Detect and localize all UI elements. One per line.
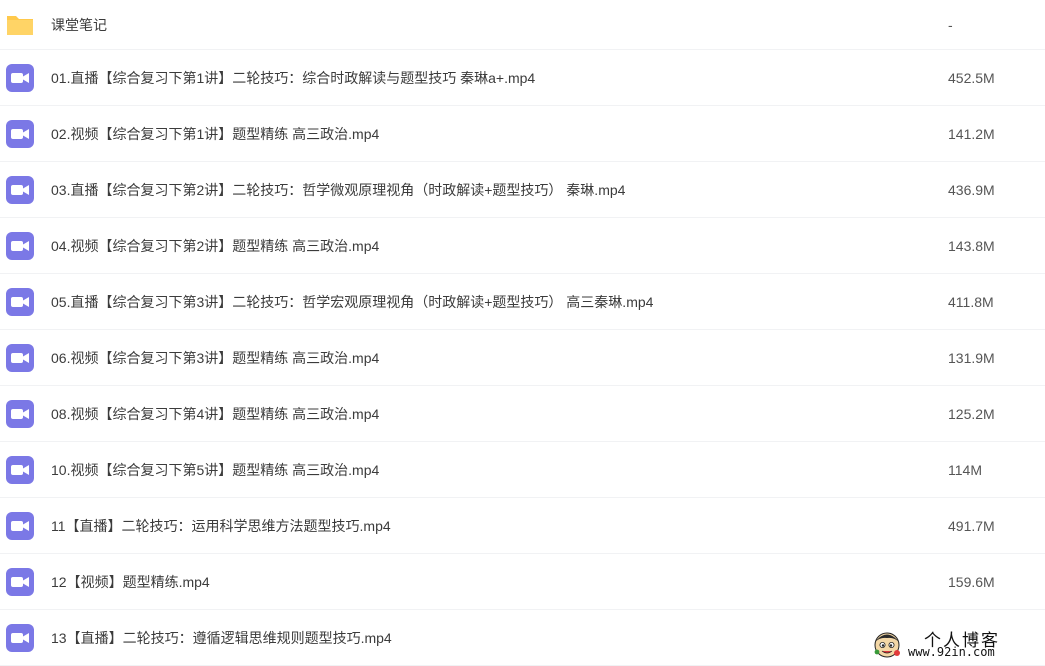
video-icon [6,399,34,428]
file-row[interactable]: 06.视频【综合复习下第3讲】题型精练 高三政治.mp4 131.9M [0,330,1045,386]
file-name: 08.视频【综合复习下第4讲】题型精练 高三政治.mp4 [51,405,380,422]
file-name: 05.直播【综合复习下第3讲】二轮技巧：哲学宏观原理视角（时政解读+题型技巧） … [51,293,654,310]
video-icon [6,287,34,316]
file-size: 114M [948,461,982,478]
file-list: 课堂笔记 - 01.直播【综合复习下第1讲】二轮技巧：综合时政解读与题型技巧 秦… [0,0,1045,666]
file-size: 141.2M [948,125,995,142]
file-size: 131.9M [948,349,995,366]
file-size: 125.2M [948,405,995,422]
file-size: 452.5M [948,69,995,86]
file-name: 06.视频【综合复习下第3讲】题型精练 高三政治.mp4 [51,349,380,366]
video-icon [6,231,34,260]
file-row[interactable]: 10.视频【综合复习下第5讲】题型精练 高三政治.mp4 114M [0,442,1045,498]
file-row[interactable]: 12【视频】题型精练.mp4 159.6M [0,554,1045,610]
file-name: 04.视频【综合复习下第2讲】题型精练 高三政治.mp4 [51,237,380,254]
video-icon [6,455,34,484]
video-icon [6,511,34,540]
file-name: 10.视频【综合复习下第5讲】题型精练 高三政治.mp4 [51,461,380,478]
video-icon [6,175,34,204]
video-icon [6,119,34,148]
file-row[interactable]: 02.视频【综合复习下第1讲】题型精练 高三政治.mp4 141.2M [0,106,1045,162]
file-name: 13【直播】二轮技巧：遵循逻辑思维规则题型技巧.mp4 [51,629,392,646]
file-size: 436.9M [948,181,995,198]
file-row-folder[interactable]: 课堂笔记 - [0,0,1045,50]
file-size: 411.8M [948,293,994,310]
file-row[interactable]: 11【直播】二轮技巧：运用科学思维方法题型技巧.mp4 491.7M [0,498,1045,554]
file-row[interactable]: 01.直播【综合复习下第1讲】二轮技巧：综合时政解读与题型技巧 秦琳a+.mp4… [0,50,1045,106]
file-name: 12【视频】题型精练.mp4 [51,573,210,590]
file-row[interactable]: 03.直播【综合复习下第2讲】二轮技巧：哲学微观原理视角（时政解读+题型技巧） … [0,162,1045,218]
file-name: 01.直播【综合复习下第1讲】二轮技巧：综合时政解读与题型技巧 秦琳a+.mp4 [51,69,536,86]
file-size: 491.7M [948,517,995,534]
file-row[interactable]: 04.视频【综合复习下第2讲】题型精练 高三政治.mp4 143.8M [0,218,1045,274]
file-size: - [948,16,953,33]
file-name: 课堂笔记 [51,16,107,33]
watermark-url: www.92in.com [908,645,995,659]
file-row[interactable]: 08.视频【综合复习下第4讲】题型精练 高三政治.mp4 125.2M [0,386,1045,442]
file-row[interactable]: 05.直播【综合复习下第3讲】二轮技巧：哲学宏观原理视角（时政解读+题型技巧） … [0,274,1045,330]
video-icon [6,567,34,596]
video-icon [6,343,34,372]
folder-icon [7,15,33,35]
blog-watermark: 个人博客 www.92in.com [870,626,1040,662]
cartoon-face-logo-icon [874,632,900,658]
video-icon [6,63,34,92]
file-name: 02.视频【综合复习下第1讲】题型精练 高三政治.mp4 [51,125,380,142]
file-name: 03.直播【综合复习下第2讲】二轮技巧：哲学微观原理视角（时政解读+题型技巧） … [51,181,626,198]
video-icon [6,623,34,652]
file-size: 159.6M [948,573,995,590]
file-size: 143.8M [948,237,995,254]
file-name: 11【直播】二轮技巧：运用科学思维方法题型技巧.mp4 [51,517,391,534]
